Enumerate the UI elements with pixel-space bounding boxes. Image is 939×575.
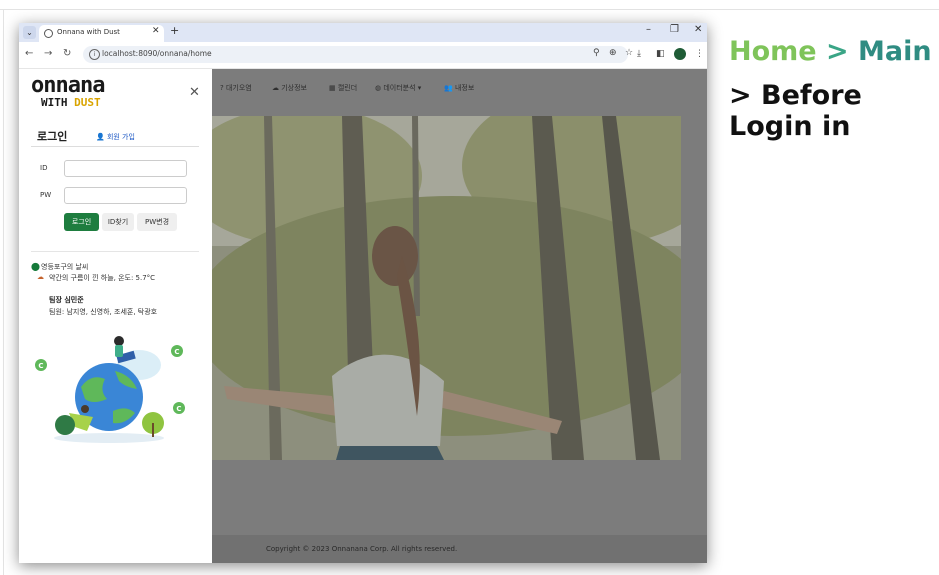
minimize-icon[interactable]: –	[646, 24, 651, 35]
pw-input[interactable]	[64, 187, 187, 204]
profile-avatar[interactable]	[674, 48, 686, 60]
location-icon[interactable]: ⚲	[593, 48, 600, 58]
crumb-separator: >	[816, 36, 859, 67]
breadcrumb-annotation: Home > Main	[729, 36, 932, 67]
zoom-icon[interactable]: ⊕	[609, 48, 617, 58]
weather-icon: ☁	[37, 273, 44, 281]
logo-with-dust: WITH DUST	[41, 96, 101, 109]
sidepanel-icon[interactable]: ◧	[656, 49, 665, 59]
back-arrow-icon[interactable]: ←	[25, 48, 33, 59]
id-label: ID	[40, 164, 48, 172]
top-divider	[0, 9, 939, 10]
new-tab-plus-icon[interactable]: +	[170, 24, 179, 37]
top-nav: ? 대기오염 ☁ 기상정보 ▦ 캘린더 ◍ 데이터분석 ▾ 👥 내정보	[212, 69, 707, 109]
page-viewport: ? 대기오염 ☁ 기상정보 ▦ 캘린더 ◍ 데이터분석 ▾ 👥 내정보 Copy…	[19, 69, 707, 563]
hero-forest-photo	[212, 116, 681, 460]
svg-text:C: C	[38, 362, 43, 370]
restore-icon[interactable]: ❐	[670, 24, 679, 35]
change-pw-button[interactable]: PW변경	[137, 213, 177, 231]
find-id-button[interactable]: ID찾기	[102, 213, 134, 231]
divider	[31, 146, 199, 147]
user-plus-icon: 👤	[96, 133, 107, 141]
svg-text:C: C	[176, 405, 181, 413]
copyright-text: Copyright © 2023 Onnanana Corp. All righ…	[266, 545, 458, 553]
browser-tab[interactable]: Onnana with Dust ✕	[39, 25, 164, 42]
globe-icon	[44, 29, 53, 38]
download-icon[interactable]: ⤓	[637, 49, 641, 59]
divider	[31, 251, 199, 252]
forward-arrow-icon[interactable]: →	[44, 48, 52, 59]
logo-onnana: onnana	[31, 73, 105, 98]
login-button[interactable]: 로그인	[64, 213, 99, 231]
login-heading: 로그인	[37, 130, 68, 143]
team-lead: 팀장 심민준	[49, 296, 84, 304]
weather-location: 영등포구의 날씨	[41, 263, 89, 271]
crumb-main: Main	[858, 36, 932, 67]
login-sidebar: onnana WITH DUST ✕ 로그인 👤 회원 가입 ID PW 로그인…	[19, 69, 212, 563]
user-icon: 👥	[444, 84, 455, 92]
tab-search-dropdown-icon[interactable]: ⌄	[23, 26, 36, 39]
hero-image	[212, 116, 681, 460]
signup-link[interactable]: 👤 회원 가입	[96, 132, 135, 142]
nav-item-air-pollution[interactable]: ? 대기오염	[220, 83, 252, 93]
id-input[interactable]	[64, 160, 187, 177]
star-icon[interactable]: ☆	[625, 48, 633, 58]
cloud-icon: ☁	[272, 84, 282, 92]
nav-item-weather[interactable]: ☁ 기상정보	[272, 83, 307, 93]
svg-text:C: C	[174, 348, 179, 356]
page-footer: Copyright © 2023 Onnanana Corp. All righ…	[212, 535, 707, 563]
tab-bar: ⌄ Onnana with Dust ✕ + – ❐ ✕	[19, 23, 707, 42]
pw-label: PW	[40, 191, 52, 199]
tab-close-icon[interactable]: ✕	[152, 26, 160, 36]
subtitle-annotation: > Before Login in	[729, 80, 862, 142]
menu-icon[interactable]: ⋮	[695, 49, 704, 59]
nav-item-my-info[interactable]: 👥 내정보	[444, 83, 474, 93]
window-close-icon[interactable]: ✕	[694, 24, 702, 35]
reload-icon[interactable]: ↻	[63, 48, 71, 59]
sidebar-close-icon[interactable]: ✕	[189, 85, 200, 100]
left-divider	[3, 9, 4, 575]
url-text[interactable]: localhost:8090/onnana/home	[102, 49, 212, 58]
address-toolbar: ← → ↻ i localhost:8090/onnana/home ⚲ ⊕ ☆…	[19, 42, 707, 69]
tab-title: Onnana with Dust	[57, 28, 120, 36]
weather-description: 약간의 구름이 낀 하늘, 온도: 5.7°C	[49, 274, 156, 282]
nav-item-calendar[interactable]: ▦ 캘린더	[329, 83, 357, 93]
nav-item-data-analysis[interactable]: ◍ 데이터분석 ▾	[375, 83, 421, 93]
chevron-down-icon: ▾	[415, 84, 422, 92]
url-omnibox[interactable]: i localhost:8090/onnana/home ⚲ ⊕ ☆	[83, 46, 633, 63]
team-members: 팀원: 남지영, 신영하, 조세훈, 탁광호	[49, 308, 158, 316]
earth-illustration: C C C	[35, 336, 185, 443]
info-icon[interactable]: i	[89, 49, 100, 60]
crumb-home: Home	[729, 36, 817, 67]
calendar-icon: ▦	[329, 84, 338, 92]
browser-window: ⌄ Onnana with Dust ✕ + – ❐ ✕ ← → ↻ i loc…	[19, 23, 707, 563]
map-pin-icon: ⬤	[31, 262, 40, 271]
